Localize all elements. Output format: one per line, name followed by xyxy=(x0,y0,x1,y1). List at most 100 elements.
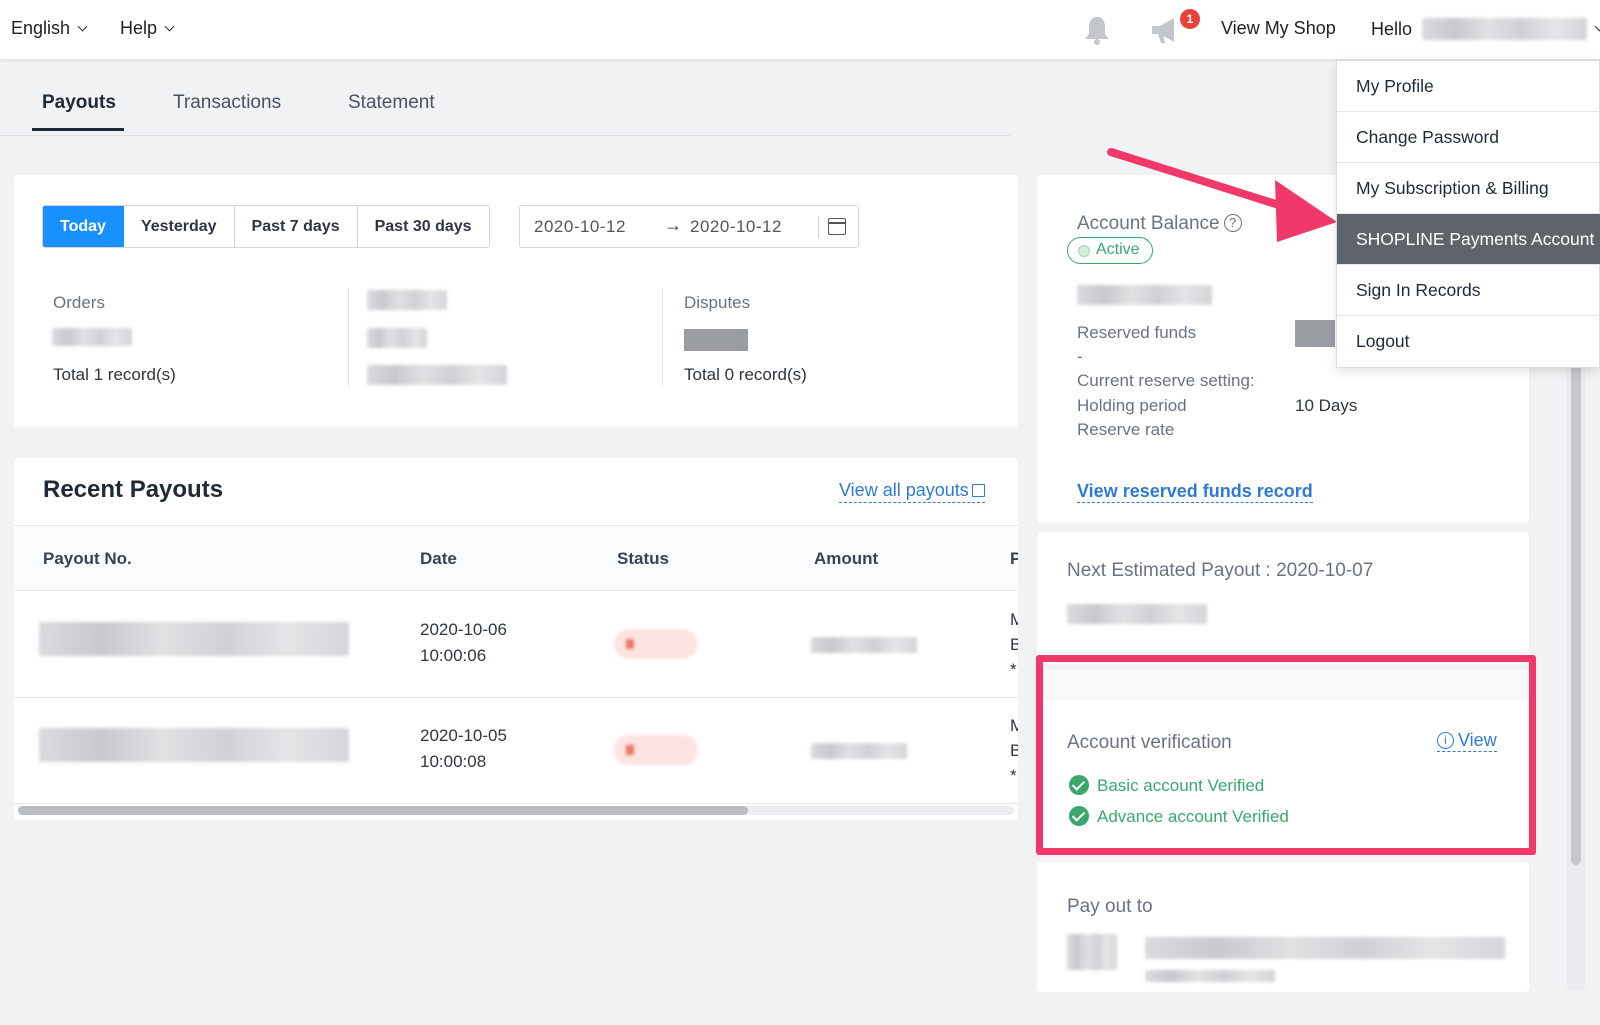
pay-out-to-card: Pay out to xyxy=(1037,862,1529,992)
column-amount: Amount xyxy=(814,549,879,568)
date-from[interactable]: 2020-10-12 xyxy=(534,217,626,237)
payout-no-redacted xyxy=(39,622,349,656)
stat-divider xyxy=(662,288,663,388)
annotation-arrow-icon xyxy=(1107,148,1337,242)
status-badge xyxy=(614,629,698,659)
page-scrollbar[interactable] xyxy=(1571,360,1581,865)
summary-card: Today Yesterday Past 7 days Past 30 days… xyxy=(14,175,1018,427)
chevron-down-icon xyxy=(1594,21,1600,32)
p-col-line: * xyxy=(1010,766,1017,785)
date-range-picker[interactable]: 2020-10-12 → 2020-10-12 xyxy=(519,205,859,248)
account-name-redacted xyxy=(1145,970,1275,982)
p-col-line: B xyxy=(1010,741,1018,760)
reserved-funds-value: - xyxy=(1077,347,1083,366)
tab-payouts[interactable]: Payouts xyxy=(42,92,116,114)
recent-payouts-card: Recent Payouts View all payouts Payout N… xyxy=(14,458,1018,820)
menu-item-subscription-billing[interactable]: My Subscription & Billing xyxy=(1337,163,1600,214)
language-label: English xyxy=(11,18,71,38)
stat-label-redacted xyxy=(367,290,447,310)
payout-no-redacted xyxy=(39,728,349,762)
menu-item-logout[interactable]: Logout xyxy=(1337,316,1600,367)
recent-payouts-title: Recent Payouts xyxy=(43,476,224,503)
range-past-30-days-button[interactable]: Past 30 days xyxy=(357,206,489,247)
date-range-selector: Today Yesterday Past 7 days Past 30 days xyxy=(42,205,490,248)
table-header: Payout No. Date Status Amount P xyxy=(14,525,1018,591)
table-row[interactable]: 2020-10-06 10:00:06 M B * xyxy=(14,592,1018,698)
reserve-rate-label: Reserve rate xyxy=(1077,420,1175,439)
orders-label: Orders xyxy=(53,293,105,312)
p-col-line: B xyxy=(1010,635,1018,654)
top-navigation-bar: English Help 1 View My Shop Hello xyxy=(0,0,1600,60)
view-all-payouts-label: View all payouts xyxy=(839,480,969,500)
tabs-divider xyxy=(0,135,1010,136)
tab-transactions[interactable]: Transactions xyxy=(173,92,281,114)
date-to[interactable]: 2020-10-12 xyxy=(690,217,782,237)
stat-total-redacted xyxy=(367,365,507,385)
help-label: Help xyxy=(120,18,158,38)
next-payout-amount-redacted xyxy=(1067,604,1207,624)
column-date: Date xyxy=(420,549,457,568)
payout-date: 2020-10-06 xyxy=(420,620,507,639)
disputes-total: Total 0 record(s) xyxy=(684,365,807,384)
range-past-7-days-button[interactable]: Past 7 days xyxy=(234,206,358,247)
bell-icon[interactable] xyxy=(1082,14,1112,46)
active-tab-indicator xyxy=(32,128,124,131)
reserve-setting-label: Current reserve setting: xyxy=(1077,371,1255,390)
hello-label: Hello xyxy=(1371,18,1413,39)
external-link-icon xyxy=(971,484,985,497)
reserved-funds-redacted xyxy=(1295,320,1335,347)
username-redacted xyxy=(1422,18,1588,40)
calendar-icon[interactable] xyxy=(828,218,846,235)
chevron-down-icon xyxy=(164,21,175,31)
holding-period-label: Holding period xyxy=(1077,396,1187,415)
status-badge xyxy=(614,735,698,765)
payout-time: 10:00:06 xyxy=(420,646,487,665)
view-my-shop-label: View My Shop xyxy=(1221,18,1336,38)
megaphone-icon[interactable] xyxy=(1148,14,1184,46)
notification-badge: 1 xyxy=(1180,9,1200,29)
p-col-line: * xyxy=(1010,660,1017,679)
column-payout-no: Payout No. xyxy=(43,549,132,568)
tab-statement[interactable]: Statement xyxy=(348,92,435,114)
p-col-line: M xyxy=(1010,716,1018,735)
view-all-payouts-link[interactable]: View all payouts xyxy=(839,480,985,503)
range-yesterday-button[interactable]: Yesterday xyxy=(123,206,235,247)
disputes-amount-redacted xyxy=(684,329,748,351)
next-payout-label: Next Estimated Payout : 2020-10-07 xyxy=(1067,560,1374,581)
p-col-line: M xyxy=(1010,610,1018,629)
user-dropdown-menu: My Profile Change Password My Subscripti… xyxy=(1336,60,1600,368)
balance-amount-redacted xyxy=(1077,285,1212,305)
user-menu-trigger[interactable]: Hello xyxy=(1371,18,1600,40)
account-number-redacted xyxy=(1145,937,1505,959)
help-menu[interactable]: Help xyxy=(120,18,175,39)
view-my-shop-link[interactable]: View My Shop xyxy=(1221,18,1336,39)
bank-logo-redacted xyxy=(1067,934,1117,970)
orders-total: Total 1 record(s) xyxy=(53,365,176,384)
menu-item-sign-in-records[interactable]: Sign In Records xyxy=(1337,265,1600,316)
chevron-down-icon xyxy=(77,21,88,31)
amount-redacted xyxy=(811,637,917,653)
stat-value-redacted xyxy=(367,328,427,348)
payout-date: 2020-10-05 xyxy=(420,726,507,745)
reserved-funds-label: Reserved funds xyxy=(1077,323,1197,342)
annotation-highlight-box xyxy=(1036,655,1536,855)
orders-amount-redacted xyxy=(52,328,132,346)
language-selector[interactable]: English xyxy=(11,18,88,39)
arrow-right-icon: → xyxy=(664,215,682,235)
menu-item-shopline-payments-account[interactable]: SHOPLINE Payments Account xyxy=(1337,214,1600,265)
pay-out-to-label: Pay out to xyxy=(1067,896,1153,917)
disputes-label: Disputes xyxy=(684,293,751,312)
column-status: Status xyxy=(617,549,669,568)
menu-item-change-password[interactable]: Change Password xyxy=(1337,112,1600,163)
horizontal-scrollbar[interactable] xyxy=(18,806,748,815)
stat-divider xyxy=(348,288,349,388)
range-today-button[interactable]: Today xyxy=(43,206,124,247)
column-p: P xyxy=(1010,549,1018,568)
view-reserved-funds-link[interactable]: View reserved funds record xyxy=(1077,481,1313,503)
payout-time: 10:00:08 xyxy=(420,752,487,771)
table-row[interactable]: 2020-10-05 10:00:08 M B * xyxy=(14,698,1018,804)
holding-period-value: 10 Days xyxy=(1295,396,1358,415)
picker-divider xyxy=(818,216,819,238)
menu-item-my-profile[interactable]: My Profile xyxy=(1337,61,1600,112)
next-payout-card: Next Estimated Payout : 2020-10-07 xyxy=(1037,532,1529,664)
